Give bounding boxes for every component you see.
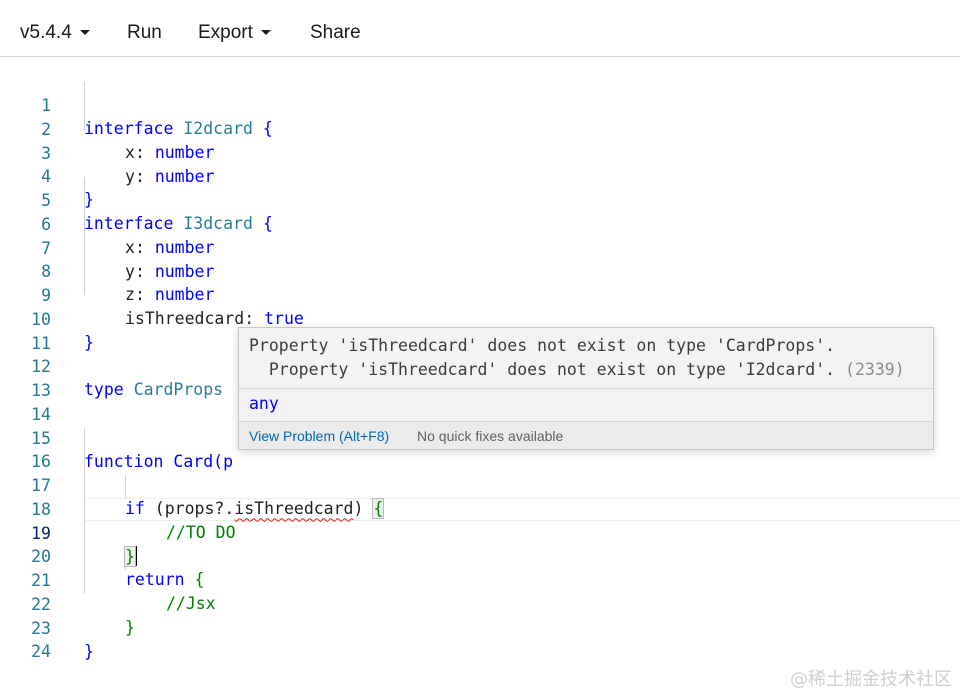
code-line: 9 isThreedcard: true [0, 260, 960, 329]
code-line: 2 x: number [0, 94, 960, 163]
error-message-line1: Property 'isThreedcard' does not exist o… [249, 336, 836, 355]
code-line: 8 z: number [0, 236, 960, 305]
code-line: 18 //TO DO [0, 474, 960, 543]
no-quick-fixes-text: No quick fixes available [417, 428, 564, 444]
code-line: 6 x: number [0, 189, 960, 258]
line-number: 24 [31, 641, 51, 661]
code-line: 19 } [0, 498, 960, 568]
export-label: Export [198, 22, 253, 43]
error-code: (2339) [845, 360, 905, 379]
code-line: 4 } [0, 141, 960, 210]
error-message: Property 'isThreedcard' does not exist o… [249, 334, 905, 382]
run-button[interactable]: Run [127, 0, 162, 57]
error-message-line2: Property 'isThreedcard' does not exist o… [249, 360, 836, 379]
version-dropdown[interactable]: v5.4.4 [20, 0, 90, 57]
caret-down-icon [260, 30, 271, 35]
watermark: @稀土掘金技术社区 [790, 669, 952, 690]
code-line: 23 } [0, 593, 960, 662]
code-line: 3 y: number [0, 118, 960, 187]
code-line: 21 //Jsx [0, 545, 960, 614]
code-line: 1 interface I2dcard { [0, 70, 960, 139]
toolbar: v5.4.4 Run Export Share [0, 0, 960, 57]
version-label: v5.4.4 [20, 22, 72, 43]
code-line: 7 y: number [0, 213, 960, 282]
export-dropdown[interactable]: Export [198, 0, 271, 57]
code-line: 10 } [0, 284, 960, 353]
code-line: 17 if (props?.isThreedcard) { [0, 450, 960, 520]
divider [239, 388, 933, 389]
code-line: 20 return { [0, 521, 960, 590]
code-line: 22 } [0, 569, 960, 638]
share-button[interactable]: Share [310, 0, 361, 57]
hover-actions-bar: View Problem (Alt+F8) No quick fixes ava… [239, 421, 933, 449]
code-line: 5 interface I3dcard { [0, 165, 960, 234]
caret-down-icon [79, 30, 90, 35]
code-line: 24 [0, 616, 960, 661]
brace: } [84, 642, 94, 662]
error-hover-tooltip: Property 'isThreedcard' does not exist o… [238, 327, 934, 450]
type-info: any [249, 394, 279, 413]
view-problem-link[interactable]: View Problem (Alt+F8) [249, 422, 389, 450]
